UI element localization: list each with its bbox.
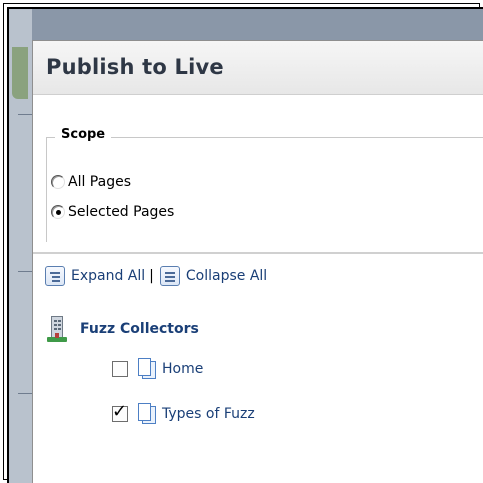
tree-root-label[interactable]: Fuzz Collectors	[80, 321, 199, 337]
background-divider	[18, 271, 32, 272]
background-divider	[18, 393, 32, 394]
window-viewport: Publish to Live Scope All Pages Selected…	[7, 7, 483, 483]
tree-toolbar: Expand All | Collapse All	[45, 266, 267, 286]
dialog-header: Publish to Live	[33, 41, 483, 95]
scope-legend: Scope	[55, 127, 112, 142]
checkmark-icon: ✓	[112, 401, 128, 422]
page-icon	[136, 403, 158, 425]
section-divider	[33, 252, 483, 254]
background-tab	[12, 47, 28, 99]
radio-button[interactable]	[51, 175, 65, 189]
expand-all-link[interactable]: Expand All	[71, 268, 145, 284]
tree-item-home[interactable]: Home	[112, 358, 203, 380]
dialog-title: Publish to Live	[46, 55, 224, 79]
collapse-all-icon[interactable]	[159, 266, 180, 286]
page-icon	[136, 358, 158, 380]
scope-fieldset: Scope All Pages Selected Pages	[46, 127, 483, 242]
tree-item-label[interactable]: Home	[162, 361, 203, 377]
radio-button-checked[interactable]	[51, 205, 65, 219]
collapse-all-link[interactable]: Collapse All	[186, 268, 267, 284]
publish-dialog: Publish to Live Scope All Pages Selected…	[32, 40, 483, 483]
background-divider	[18, 114, 32, 115]
checkbox[interactable]	[112, 361, 128, 377]
radio-label: All Pages	[68, 174, 131, 190]
expand-all-icon[interactable]	[45, 266, 65, 286]
tree-root: Fuzz Collectors	[47, 316, 199, 342]
radio-label: Selected Pages	[68, 204, 175, 220]
checkbox-checked[interactable]: ✓	[112, 401, 128, 422]
radio-all-pages[interactable]: All Pages	[51, 174, 131, 190]
radio-selected-pages[interactable]: Selected Pages	[51, 204, 174, 220]
tree-item-types-of-fuzz[interactable]: ✓ Types of Fuzz	[112, 403, 255, 425]
tree-item-label[interactable]: Types of Fuzz	[162, 406, 255, 422]
site-building-icon	[47, 316, 67, 342]
toolbar-separator: |	[149, 268, 154, 284]
